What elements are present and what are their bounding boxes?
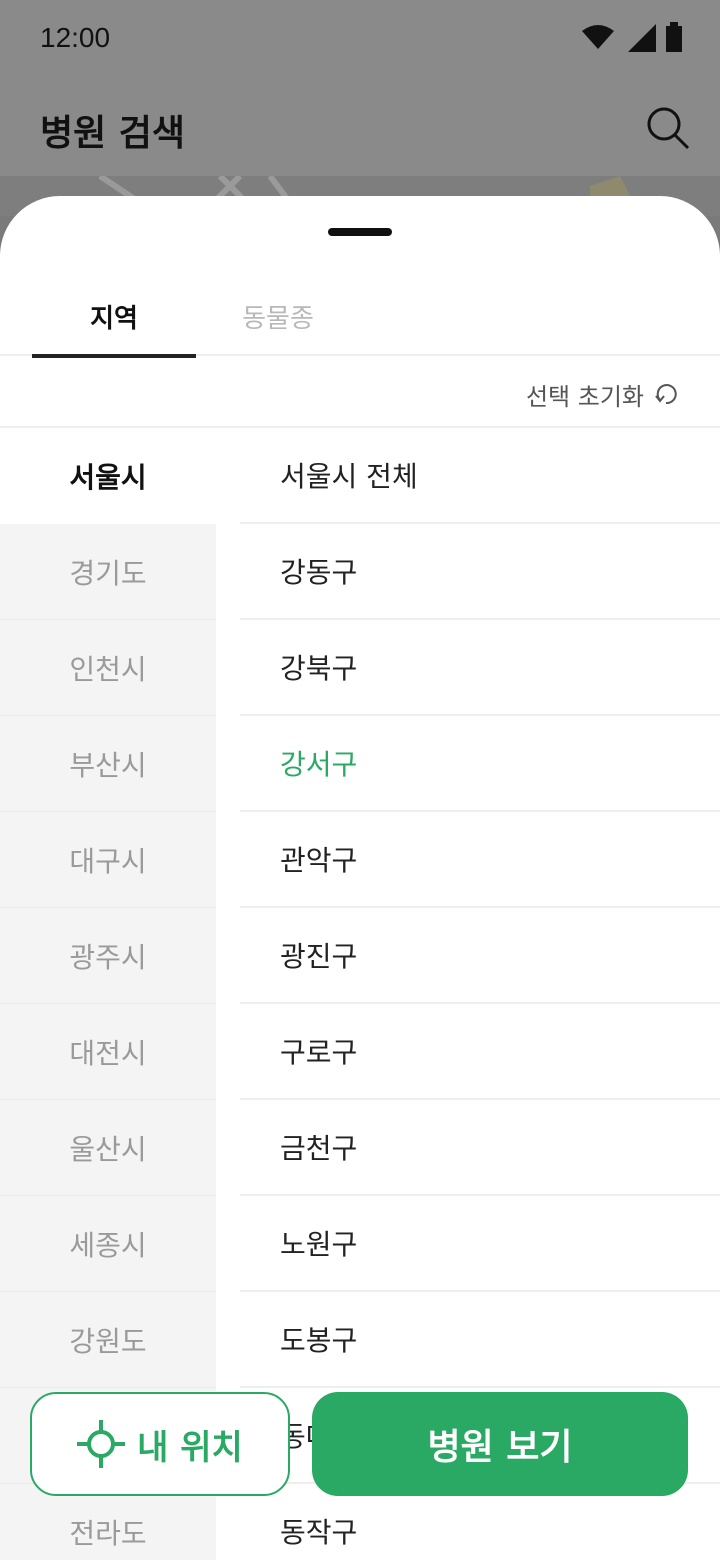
status-time: 12:00 [40,22,111,53]
refresh-icon [655,384,677,405]
my-location-button[interactable]: 내 위치 [30,1392,290,1496]
district-item-gangbuk[interactable]: 강북구 [240,620,720,716]
region-item-gwangju[interactable]: 광주시 [0,908,216,1004]
search-icon [647,107,690,150]
district-list: 서울시 전체 강동구 강북구 강서구 관악구 광진구 구로구 금천구 노원구 도… [240,428,720,1560]
wifi-icon [582,25,614,49]
reset-selection-label: 선택 초기화 [525,382,644,411]
region-item-sejong[interactable]: 세종시 [0,1196,216,1292]
district-item-guro[interactable]: 구로구 [240,1004,720,1100]
view-hospitals-button[interactable]: 병원 보기 [312,1392,688,1496]
status-bar: 12:00 [0,0,720,80]
region-item-daejeon[interactable]: 대전시 [0,1004,216,1100]
district-item-gangseo[interactable]: 강서구 [240,716,720,812]
crosshair-icon [77,1420,126,1468]
region-item-daegu[interactable]: 대구시 [0,812,216,908]
cellular-signal-icon [628,24,656,52]
region-item-gangwon[interactable]: 강원도 [0,1292,216,1388]
region-item-seoul[interactable]: 서울시 [0,428,216,524]
district-item-gangdong[interactable]: 강동구 [240,524,720,620]
search-button[interactable] [644,104,692,152]
tab-region[interactable]: 지역 [32,276,196,358]
app-bar: 병원 검색 [0,80,720,176]
district-item-gwangjin[interactable]: 광진구 [240,908,720,1004]
district-item-nowon[interactable]: 노원구 [240,1196,720,1292]
battery-icon [666,22,682,52]
tab-species[interactable]: 동물종 [196,276,360,356]
drag-handle[interactable] [328,228,392,236]
my-location-label: 내 위치 [137,1427,243,1468]
page-title: 병원 검색 [40,113,186,154]
region-item-ulsan[interactable]: 울산시 [0,1100,216,1196]
reset-selection-button[interactable]: 선택 초기화 [526,374,680,414]
region-item-incheon[interactable]: 인천시 [0,620,216,716]
region-list: 서울시 경기도 인천시 부산시 대구시 광주시 대전시 울산시 세종시 강원도 … [0,428,216,1560]
district-item-all[interactable]: 서울시 전체 [240,428,720,524]
region-item-gyeonggi[interactable]: 경기도 [0,524,216,620]
district-item-dobong[interactable]: 도봉구 [240,1292,720,1388]
district-item-geumcheon[interactable]: 금천구 [240,1100,720,1196]
filter-tabs: 지역 동물종 [0,276,720,358]
region-filter-sheet: 지역 동물종 선택 초기화 서울시 경기도 인천시 부산시 대구시 광주시 대전… [0,196,720,1560]
district-item-gwanak[interactable]: 관악구 [240,812,720,908]
region-item-busan[interactable]: 부산시 [0,716,216,812]
